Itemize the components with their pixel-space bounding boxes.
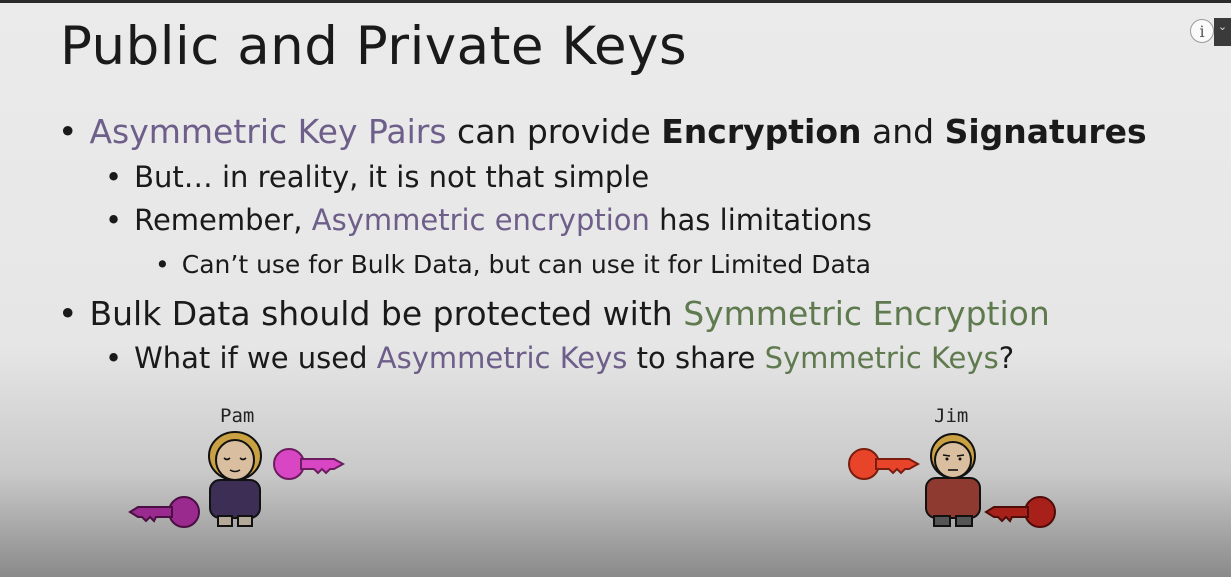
jim-avatar xyxy=(925,433,981,527)
bullet-bulk-data-symmetric: • Bulk Data should be protected with Symm… xyxy=(58,294,1050,333)
info-icon[interactable]: i xyxy=(1190,19,1214,43)
bullet-remember-limitations: • Remember, Asymmetric encryption has lim… xyxy=(105,203,872,237)
bullet-asymmetric-key-pairs: • Asymmetric Key Pairs can provide Encryp… xyxy=(58,112,1147,151)
pam-public-key-icon xyxy=(273,448,346,480)
jim-name-label: Jim xyxy=(934,405,969,427)
pam-avatar xyxy=(208,431,262,527)
slide-title: Public and Private Keys xyxy=(60,16,688,77)
bullet-bulk-data-limit: • Can’t use for Bulk Data, but can use it… xyxy=(155,250,871,279)
video-top-bar xyxy=(0,0,1231,3)
pam-private-key-icon xyxy=(128,496,200,528)
jim-private-key-icon xyxy=(984,496,1056,528)
pam-name-label: Pam xyxy=(220,405,255,427)
bullet-not-that-simple: • But… in reality, it is not that simple xyxy=(105,160,650,194)
jim-public-key-icon xyxy=(848,448,921,480)
bullet-what-if: • What if we used Asymmetric Keys to shar… xyxy=(105,341,1015,375)
chevron-down-icon[interactable]: ⌄ xyxy=(1214,18,1231,46)
